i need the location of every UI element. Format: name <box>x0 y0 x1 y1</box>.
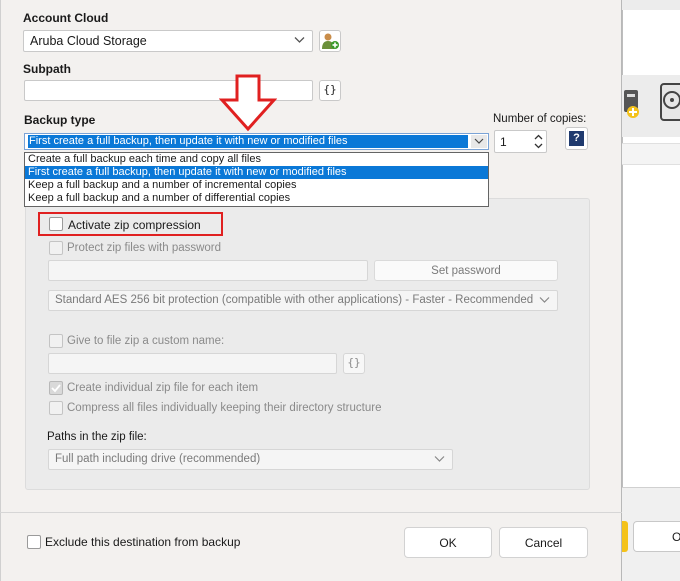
background-ok-label: Ol <box>672 530 680 544</box>
exclude-destination-checkbox[interactable] <box>27 535 41 549</box>
custom-name-label: Give to file zip a custom name: <box>67 335 225 347</box>
copies-label: Number of copies: <box>493 113 587 125</box>
zip-encryption-value: Standard AES 256 bit protection (compati… <box>55 294 534 306</box>
zip-encryption-select[interactable]: Standard AES 256 bit protection (compati… <box>48 290 558 311</box>
custom-name-checkbox[interactable] <box>49 334 63 348</box>
paths-in-zip-value: Full path including drive (recommended) <box>55 453 261 465</box>
backup-type-option-differential[interactable]: Keep a full backup and a number of diffe… <box>25 192 488 205</box>
cancel-button[interactable]: Cancel <box>499 527 588 558</box>
zip-password-input[interactable] <box>48 260 368 281</box>
disk-icon[interactable] <box>660 82 680 122</box>
annotation-arrow-icon <box>219 74 277 132</box>
background-titlebar <box>622 0 680 10</box>
set-password-button[interactable]: Set password <box>374 260 558 281</box>
activate-zip-checkbox[interactable] <box>49 217 63 231</box>
backup-type-value: First create a full backup, then update … <box>28 135 468 148</box>
account-cloud-label: Account Cloud <box>23 11 109 25</box>
activate-zip-label: Activate zip compression <box>68 218 201 232</box>
compress-individually-label: Compress all files individually keeping … <box>67 402 382 414</box>
add-account-button[interactable] <box>319 30 341 52</box>
backup-type-option-full-each-time[interactable]: Create a full backup each time and copy … <box>25 153 488 166</box>
paths-in-zip-label: Paths in the zip file: <box>47 431 147 443</box>
paths-in-zip-select[interactable]: Full path including drive (recommended) <box>48 449 453 470</box>
individual-zip-checkbox[interactable] <box>49 381 63 395</box>
protect-zip-checkbox[interactable] <box>49 241 63 255</box>
background-ok-button[interactable]: Ol <box>633 521 680 552</box>
subpath-variables-button[interactable]: {} <box>319 80 341 101</box>
ok-button[interactable]: OK <box>404 527 492 558</box>
subpath-label: Subpath <box>23 62 71 76</box>
account-cloud-select[interactable]: Aruba Cloud Storage <box>23 30 313 52</box>
copies-stepper[interactable]: 1 <box>494 130 547 153</box>
footer-divider <box>0 512 622 513</box>
background-tabstrip <box>622 143 680 165</box>
checkmark-icon <box>51 384 61 393</box>
background-primary-button-edge <box>622 521 628 552</box>
compress-individually-checkbox[interactable] <box>49 401 63 415</box>
protect-zip-label: Protect zip files with password <box>67 242 222 254</box>
backup-type-label: Backup type <box>24 113 96 127</box>
custom-name-variables-button[interactable]: {} <box>343 353 365 374</box>
chevron-down-icon <box>434 456 445 462</box>
user-add-icon <box>322 33 339 49</box>
copies-value: 1 <box>500 135 507 149</box>
chevron-down-icon <box>539 297 550 303</box>
backup-type-option-full-then-update[interactable]: First create a full backup, then update … <box>25 166 488 179</box>
backup-type-option-incremental[interactable]: Keep a full backup and a number of incre… <box>25 179 488 192</box>
individual-zip-label: Create individual zip file for each item <box>67 382 259 394</box>
help-icon: ? <box>569 131 584 146</box>
add-drive-icon[interactable] <box>624 86 646 120</box>
custom-name-input[interactable] <box>48 353 337 374</box>
chevron-down-icon <box>471 135 487 148</box>
stepper-arrows-icon[interactable] <box>534 134 543 149</box>
backup-type-select[interactable]: First create a full backup, then update … <box>24 133 489 150</box>
chevron-down-icon <box>294 37 305 43</box>
account-cloud-value: Aruba Cloud Storage <box>30 34 147 48</box>
exclude-destination-label: Exclude this destination from backup <box>45 535 241 549</box>
backup-type-dropdown[interactable]: Create a full backup each time and copy … <box>24 152 489 207</box>
help-button[interactable]: ? <box>565 127 588 150</box>
